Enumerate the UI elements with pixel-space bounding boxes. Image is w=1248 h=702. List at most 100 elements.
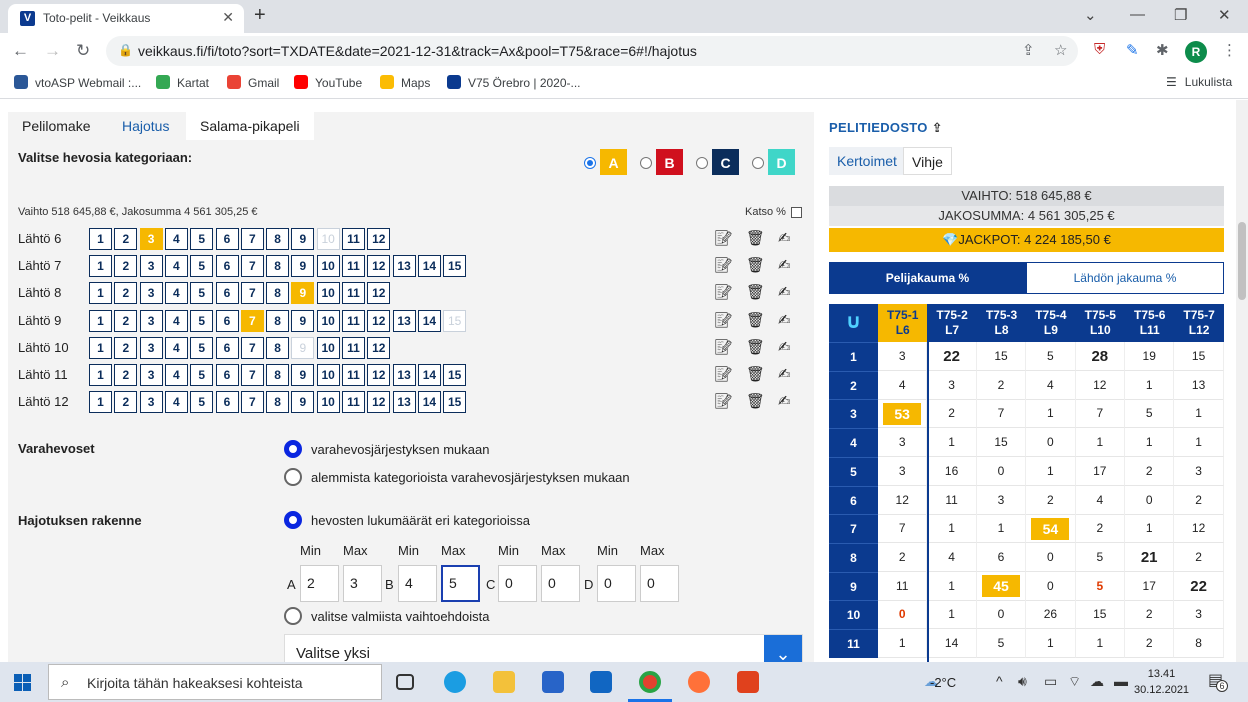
horse-button[interactable]: 7 bbox=[240, 364, 264, 386]
trash-icon[interactable]: 🗑︎ bbox=[746, 392, 765, 410]
horse-button[interactable]: 9 bbox=[291, 309, 315, 332]
category-box[interactable]: A bbox=[600, 149, 627, 175]
horse-button[interactable]: 5 bbox=[190, 228, 214, 250]
bookmark-vtoasp[interactable]: vtoASP Webmail :... bbox=[14, 75, 141, 90]
store-icon[interactable] bbox=[542, 671, 564, 693]
column-header[interactable]: T75-1 L6 bbox=[878, 304, 928, 342]
horse-button[interactable]: 4 bbox=[164, 391, 188, 414]
edit-note-icon[interactable]: ✍︎ bbox=[778, 311, 791, 329]
horse-button[interactable]: 2 bbox=[114, 336, 138, 359]
horse-button[interactable]: 10 bbox=[316, 282, 340, 305]
min-input-b[interactable]: 4 bbox=[398, 565, 437, 602]
horse-button[interactable]: 4 bbox=[164, 282, 188, 305]
omnibox[interactable]: 🔒 veikkaus.fi/fi/toto?sort=TXDATE&date=2… bbox=[106, 36, 1078, 66]
new-tab-button[interactable]: + bbox=[254, 4, 266, 27]
horse-button[interactable]: 10 bbox=[316, 391, 340, 414]
bookmark-youtube[interactable]: YouTube bbox=[294, 75, 362, 90]
min-input-a[interactable]: 2 bbox=[300, 565, 339, 602]
horse-button[interactable]: 15 bbox=[443, 391, 467, 414]
trash-icon[interactable]: 🗑︎ bbox=[746, 283, 765, 301]
horse-button[interactable]: 6 bbox=[215, 228, 239, 250]
horse-button[interactable]: 1 bbox=[89, 282, 112, 305]
bookmark-v75[interactable]: V75 Örebro | 2020-... bbox=[447, 75, 581, 90]
horse-button[interactable]: 4 bbox=[164, 309, 188, 332]
tab-hajotus[interactable]: Hajotus bbox=[108, 112, 183, 140]
horse-button[interactable]: 12 bbox=[367, 391, 391, 414]
horse-button[interactable]: 5 bbox=[190, 391, 214, 414]
edge-icon[interactable] bbox=[444, 671, 466, 693]
min-input-d[interactable]: 0 bbox=[597, 565, 636, 602]
device-icon[interactable]: ▭ bbox=[1044, 673, 1057, 690]
horse-button[interactable]: 12 bbox=[367, 255, 391, 278]
horse-button[interactable]: 3 bbox=[139, 391, 163, 414]
horse-button[interactable]: 11 bbox=[342, 309, 365, 332]
trash-icon[interactable]: 🗑︎ bbox=[746, 338, 765, 356]
category-radio[interactable] bbox=[584, 157, 596, 169]
horse-button[interactable]: 12 bbox=[367, 336, 391, 359]
bookmark-gmail[interactable]: Gmail bbox=[227, 75, 279, 90]
horse-button[interactable]: 7 bbox=[240, 255, 264, 278]
horse-button[interactable]: 7 bbox=[240, 228, 264, 250]
close-window-icon[interactable]: ✕ bbox=[1218, 6, 1231, 24]
horse-button[interactable]: 9 bbox=[291, 282, 315, 305]
horse-button[interactable]: 1 bbox=[89, 391, 112, 414]
horse-button[interactable]: 11 bbox=[342, 364, 365, 386]
minimize-icon[interactable]: — bbox=[1130, 6, 1145, 23]
tab-search-icon[interactable]: ⌄ bbox=[1084, 6, 1097, 24]
horse-button[interactable]: 8 bbox=[266, 391, 290, 414]
horse-button[interactable]: 2 bbox=[114, 228, 138, 250]
horse-button[interactable]: 4 bbox=[164, 228, 188, 250]
edit-note-icon[interactable]: ✍︎ bbox=[778, 229, 791, 247]
horse-button[interactable]: 8 bbox=[266, 228, 290, 250]
horse-button[interactable]: 3 bbox=[139, 364, 163, 386]
horse-button[interactable]: 3 bbox=[139, 228, 163, 250]
office-icon[interactable] bbox=[737, 671, 759, 693]
chevron-down-icon[interactable]: ⌄ bbox=[764, 635, 802, 662]
horse-button[interactable]: 7 bbox=[240, 391, 264, 414]
forward-icon[interactable]: → bbox=[44, 41, 61, 61]
tab-kertoimet[interactable]: Kertoimet bbox=[829, 147, 905, 175]
tab-lahdon-jakauma[interactable]: Lähdön jakauma % bbox=[1026, 262, 1224, 294]
horse-button[interactable]: 6 bbox=[215, 391, 239, 414]
mail-icon[interactable] bbox=[590, 671, 612, 693]
horse-button[interactable]: 5 bbox=[190, 364, 214, 386]
structure-option-2-radio[interactable] bbox=[284, 607, 302, 625]
preset-dropdown[interactable]: Valitse yksi ⌄ bbox=[284, 634, 803, 662]
trash-icon[interactable]: 🗑︎ bbox=[746, 365, 765, 383]
close-tab-icon[interactable]: ✕ bbox=[222, 9, 234, 26]
horse-button[interactable]: 9 bbox=[291, 364, 315, 386]
horse-button[interactable]: 1 bbox=[89, 309, 112, 332]
horse-button[interactable]: 15 bbox=[443, 309, 467, 332]
trash-icon[interactable]: 🗑︎ bbox=[746, 229, 765, 247]
horse-button[interactable]: 11 bbox=[342, 391, 365, 414]
edit-icon[interactable]: 📝︎ bbox=[714, 311, 733, 329]
extensions-puzzle-icon[interactable]: ✱ bbox=[1156, 41, 1169, 59]
horse-button[interactable]: 14 bbox=[417, 364, 441, 386]
horse-button[interactable]: 15 bbox=[443, 364, 467, 386]
firefox-icon[interactable] bbox=[688, 671, 710, 693]
tab-vihje[interactable]: Vihje bbox=[903, 147, 952, 175]
horse-button[interactable]: 12 bbox=[367, 364, 391, 386]
column-header[interactable]: T75-2 L7 bbox=[927, 304, 977, 342]
cloud-icon[interactable]: ☁ bbox=[1090, 673, 1104, 690]
column-header[interactable]: T75-5 L10 bbox=[1075, 304, 1125, 342]
reserve-option-2-radio[interactable] bbox=[284, 468, 302, 486]
tab-pelilomake[interactable]: Pelilomake bbox=[8, 112, 104, 140]
horse-button[interactable]: 10 bbox=[316, 309, 340, 332]
horse-button[interactable]: 10 bbox=[316, 364, 340, 386]
horse-button[interactable]: 14 bbox=[417, 309, 441, 332]
horse-button[interactable]: 4 bbox=[164, 336, 188, 359]
edit-note-icon[interactable]: ✍︎ bbox=[778, 392, 791, 410]
url-text[interactable]: veikkaus.fi/fi/toto?sort=TXDATE&date=202… bbox=[138, 43, 697, 59]
tray-chevron-icon[interactable]: ^ bbox=[996, 673, 1003, 689]
edit-note-icon[interactable]: ✍︎ bbox=[778, 256, 791, 274]
horse-button[interactable]: 8 bbox=[266, 336, 290, 359]
horse-button[interactable]: 2 bbox=[114, 309, 138, 332]
horse-button[interactable]: 6 bbox=[215, 364, 239, 386]
max-input-a[interactable]: 3 bbox=[343, 565, 382, 602]
pelitiedosto-title[interactable]: PELITIEDOSTO ⇪ bbox=[829, 120, 943, 136]
horse-button[interactable]: 8 bbox=[266, 255, 290, 278]
horse-button[interactable]: 7 bbox=[240, 282, 264, 305]
horse-button[interactable]: 3 bbox=[139, 336, 163, 359]
horse-button[interactable]: 13 bbox=[392, 391, 416, 414]
